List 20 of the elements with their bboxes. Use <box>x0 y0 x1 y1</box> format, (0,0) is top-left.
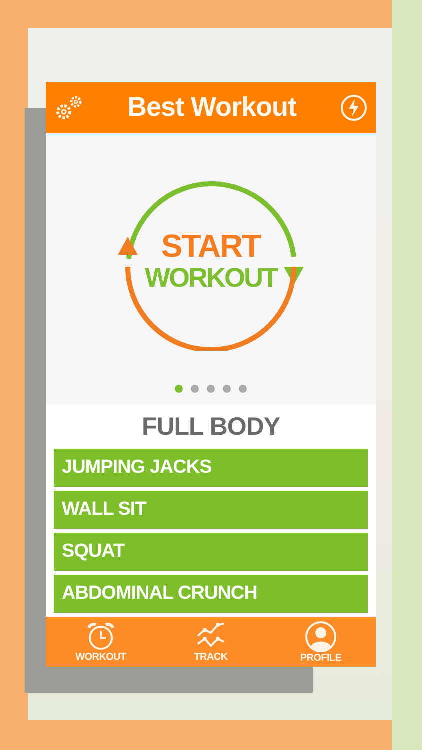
page-dot[interactable] <box>239 385 247 393</box>
settings-icon[interactable] <box>54 94 84 122</box>
page-dot[interactable] <box>191 385 199 393</box>
tab-item[interactable]: TRACK <box>166 622 256 662</box>
tab-item[interactable]: WORKOUT <box>56 622 146 662</box>
tab-item[interactable]: PROFILE <box>276 620 366 664</box>
exercise-row[interactable]: JUMPING JACKS <box>54 449 368 487</box>
start-label[interactable]: START <box>161 228 261 264</box>
page-dot[interactable] <box>175 385 183 393</box>
exercise-row[interactable]: WALL SIT <box>54 491 368 529</box>
profile-icon <box>305 620 337 652</box>
lightning-icon[interactable] <box>340 94 368 122</box>
workout-label[interactable]: WORKOUT <box>145 264 277 294</box>
app-title: Best Workout <box>127 92 296 123</box>
page-dot[interactable] <box>223 385 231 393</box>
exercise-row[interactable]: SQUAT <box>54 533 368 571</box>
section-title: FULL BODY <box>140 412 282 443</box>
page-dot[interactable] <box>207 385 215 393</box>
exercise-row[interactable]: ABDOMINAL CRUNCH <box>54 575 368 613</box>
alarm-clock-icon <box>86 622 116 652</box>
